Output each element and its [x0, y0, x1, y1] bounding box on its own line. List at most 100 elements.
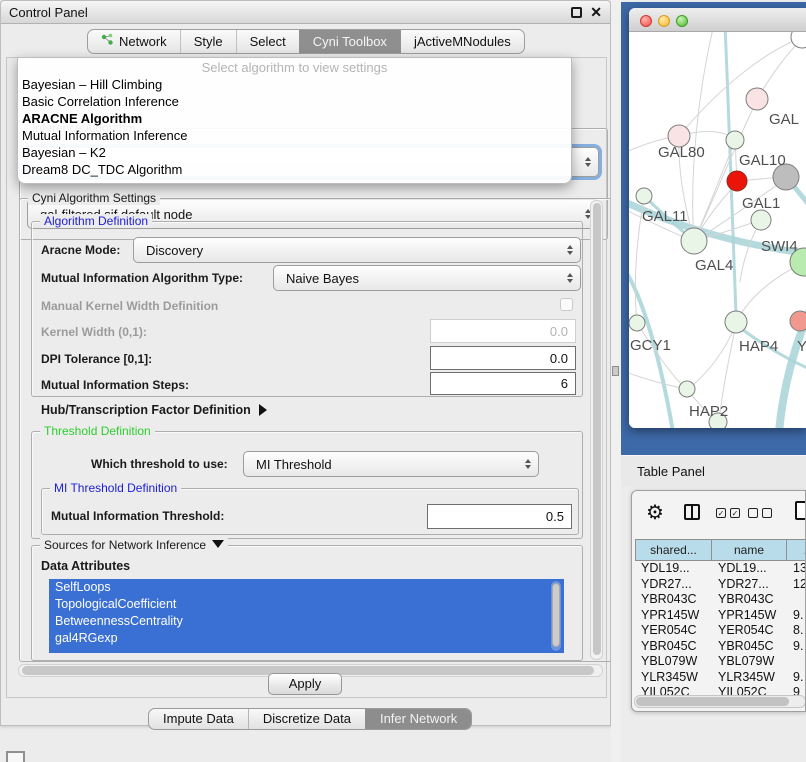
table-row[interactable]: YBL079WYBL079W: [635, 654, 806, 670]
columns-icon[interactable]: [684, 504, 700, 520]
settings-scrollbar-thumb[interactable]: [593, 203, 601, 655]
network-node-gal[interactable]: [746, 88, 768, 110]
dropdown-item[interactable]: ARACNE Algorithm: [18, 110, 571, 127]
table-panel-header: Table Panel: [621, 455, 806, 487]
attribute-item-selected[interactable]: TopologicalCoefficient: [49, 596, 564, 613]
node-label: HAP2: [689, 403, 728, 420]
tab-jactivemnodules[interactable]: jActiveMNodules: [400, 30, 524, 53]
network-node-gal1[interactable]: [751, 210, 771, 230]
tab-cyni-toolbox[interactable]: Cyni Toolbox: [299, 30, 400, 53]
aracne-mode-combobox[interactable]: Discovery: [133, 237, 581, 263]
manual-kernel-checkbox[interactable]: [560, 298, 573, 311]
tab-label: Network: [119, 30, 167, 53]
table-row[interactable]: YLR345WYLR345W9.: [635, 670, 806, 686]
network-edge: [689, 324, 736, 388]
cyni-algorithm-settings-title: Cyni Algorithm Settings: [28, 191, 160, 205]
apply-button[interactable]: Apply: [268, 673, 342, 695]
sources-group-title[interactable]: Sources for Network Inference: [40, 538, 228, 552]
column-header[interactable]: shared...: [635, 539, 712, 561]
attribute-item-selected[interactable]: SelfLoops: [49, 579, 564, 596]
settings-vertical-scrollbar[interactable]: [590, 200, 603, 660]
mac-zoom-icon[interactable]: [676, 15, 688, 27]
table-cell: [787, 592, 806, 608]
mi-steps-input[interactable]: 6: [430, 372, 576, 395]
splitter-grip[interactable]: [612, 366, 619, 376]
float-window-icon[interactable]: [571, 7, 582, 18]
network-icon: [101, 30, 114, 53]
network-node-gal11[interactable]: [636, 188, 652, 204]
node-label: GAL11: [642, 208, 688, 225]
table-cell: [787, 654, 806, 670]
tab-label: Style: [194, 30, 223, 53]
network-view-window[interactable]: GALGAL80GAL10GAL1GAL11GAL4SWI4GCY1HAP4YH…: [629, 8, 806, 428]
which-threshold-combobox[interactable]: MI Threshold: [243, 451, 539, 477]
mi-threshold-input[interactable]: 0.5: [427, 504, 572, 529]
table-cell: YDR27...: [712, 577, 787, 593]
chevron-down-icon: [212, 540, 224, 548]
gear-icon[interactable]: ⚙: [646, 500, 664, 525]
network-node-gal10[interactable]: [726, 131, 744, 149]
mac-minimize-icon[interactable]: [658, 15, 670, 27]
table-row[interactable]: YPR145WYPR145W9.: [635, 608, 806, 624]
table-hscrollbar-thumb[interactable]: [636, 697, 789, 706]
select-all-columns-icon[interactable]: ✓ ✓: [716, 508, 740, 518]
attribute-item-selected[interactable]: BetweennessCentrality: [49, 613, 564, 630]
network-node[interactable]: [791, 32, 806, 48]
control-panel-titlebar[interactable]: Control Panel ✕: [1, 1, 610, 24]
combobox-stepper-icon: [585, 157, 591, 167]
which-threshold-label: Which threshold to use:: [91, 457, 228, 471]
export-table-icon[interactable]: [795, 501, 806, 520]
kernel-width-input[interactable]: 0.0: [430, 319, 576, 343]
network-node-hap4[interactable]: [725, 311, 747, 333]
network-node-gcy1[interactable]: [629, 315, 645, 331]
tab-impute-data[interactable]: Impute Data: [149, 709, 248, 729]
column-header[interactable]: name: [712, 539, 787, 561]
tab-select[interactable]: Select: [236, 30, 299, 53]
node-label: GCY1: [630, 337, 671, 354]
attributes-scrollbar-thumb[interactable]: [552, 583, 560, 647]
minimized-panel-icon[interactable]: [6, 751, 25, 762]
mi-type-label: Mutual Information Algorithm Type:: [41, 271, 243, 285]
panel-splitter[interactable]: [611, 0, 621, 762]
column-header[interactable]: A: [787, 539, 806, 561]
dropdown-item[interactable]: Bayesian – Hill Climbing: [18, 76, 571, 93]
network-graph[interactable]: GALGAL80GAL10GAL1GAL11GAL4SWI4GCY1HAP4YH…: [629, 32, 806, 428]
dropdown-item[interactable]: Mutual Information Inference: [18, 127, 571, 144]
node-table[interactable]: shared...nameA YDL19...YDL19...13YDR27..…: [635, 539, 806, 701]
tab-label: jActiveMNodules: [414, 30, 511, 53]
node-label: HAP4: [739, 338, 778, 355]
close-icon[interactable]: ✕: [590, 4, 602, 21]
deselect-all-columns-icon[interactable]: [748, 508, 772, 518]
attribute-item-selected[interactable]: gal4RGexp: [49, 630, 564, 647]
table-cell: YDL19...: [635, 561, 712, 577]
network-canvas[interactable]: GALGAL80GAL10GAL1GAL11GAL4SWI4GCY1HAP4YH…: [629, 32, 806, 428]
dropdown-item[interactable]: Bayesian – K2: [18, 144, 571, 161]
control-panel-tabbar: Network Style SelectCyni Toolbox jActiveMNo…: [87, 29, 525, 54]
table-row[interactable]: YDR27...YDR27...12: [635, 577, 806, 593]
tab-network[interactable]: Network: [88, 30, 180, 53]
data-attributes-label: Data Attributes: [41, 559, 130, 573]
table-row[interactable]: YDL19...YDL19...13: [635, 561, 806, 577]
table-row[interactable]: YBR043CYBR043C: [635, 592, 806, 608]
network-node-hap2[interactable]: [679, 381, 695, 397]
hub-definition-toggle[interactable]: Hub/Transcription Factor Definition: [41, 403, 267, 417]
table-row[interactable]: YBR045CYBR045C9.: [635, 639, 806, 655]
table-row[interactable]: YER054CYER054C8.: [635, 623, 806, 639]
network-node-gal4[interactable]: [681, 228, 707, 254]
mac-close-icon[interactable]: [640, 15, 652, 27]
network-node[interactable]: [727, 171, 747, 191]
tab-discretize-data[interactable]: Discretize Data: [248, 709, 365, 729]
data-attributes-list[interactable]: SelfLoopsTopologicalCoefficientBetweenne…: [49, 579, 564, 653]
network-node-y[interactable]: [790, 311, 806, 331]
which-threshold-value: MI Threshold: [256, 457, 332, 472]
network-window-titlebar[interactable]: [629, 8, 806, 32]
tab-infer-network[interactable]: Infer Network: [365, 709, 471, 729]
dpi-tolerance-input[interactable]: 0.0: [430, 346, 576, 370]
tab-style[interactable]: Style: [180, 30, 236, 53]
desktop: Control Panel ✕ Network Style SelectCyni T…: [0, 0, 806, 762]
mi-type-combobox[interactable]: Naive Bayes: [273, 265, 581, 291]
table-cell: 13: [787, 561, 806, 577]
dropdown-item[interactable]: Basic Correlation Inference: [18, 93, 571, 110]
table-cell: YDL19...: [712, 561, 787, 577]
dropdown-item[interactable]: Dream8 DC_TDC Algorithm: [18, 161, 571, 178]
